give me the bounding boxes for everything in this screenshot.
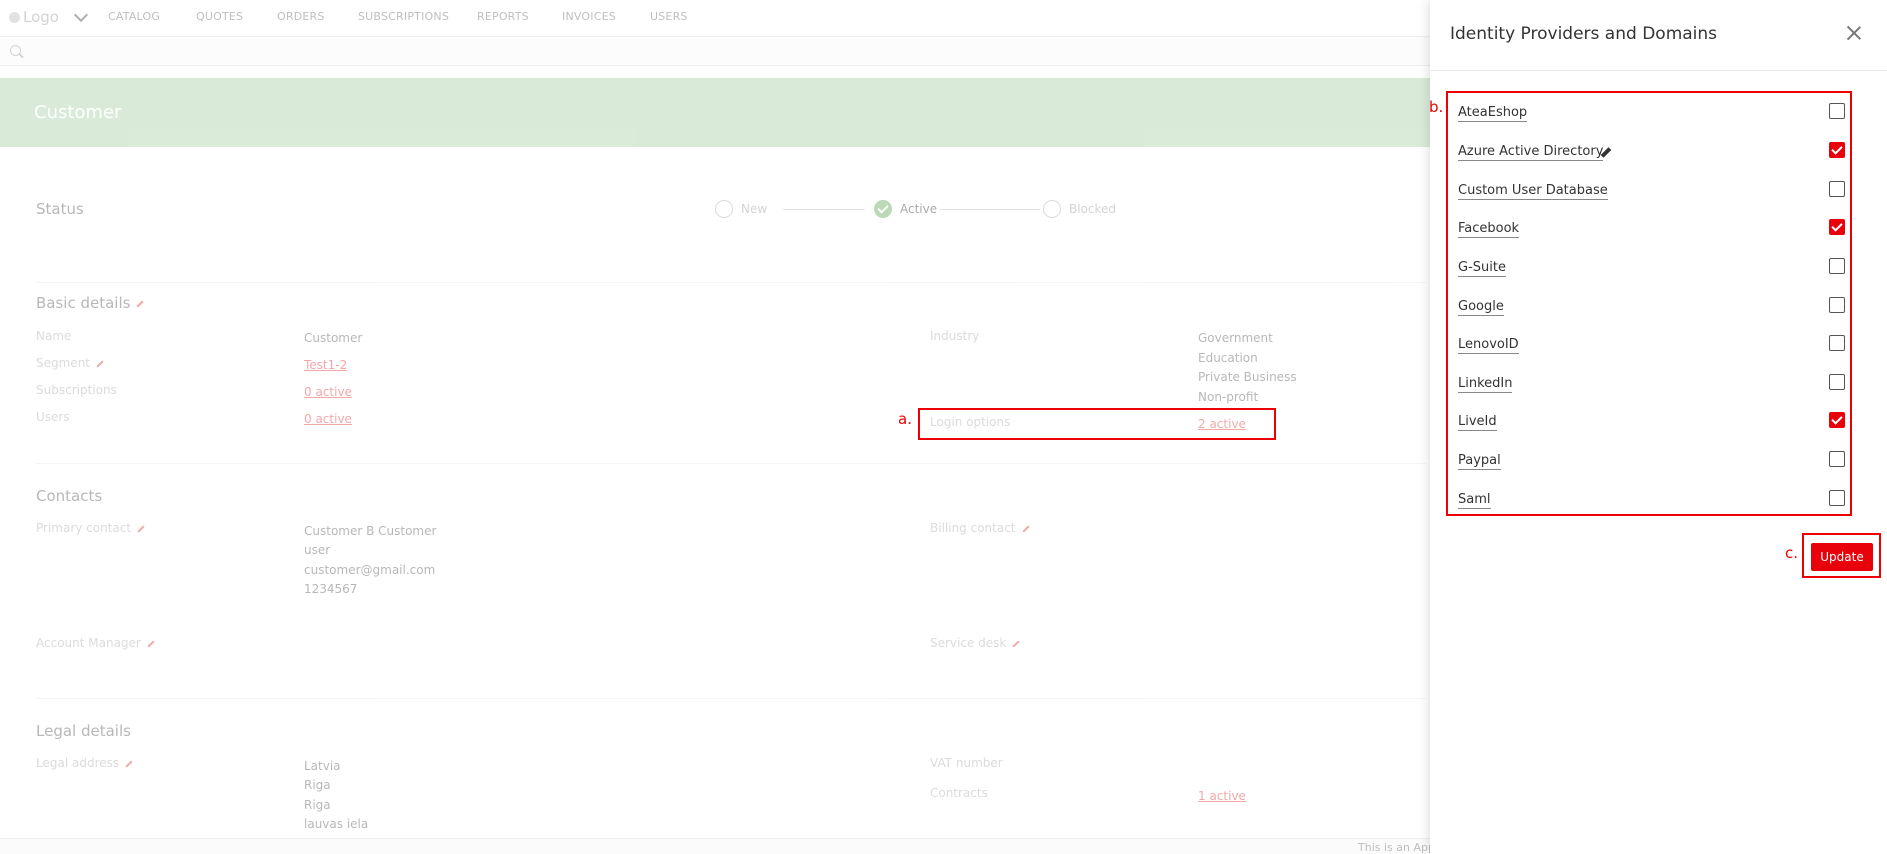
legal-address-line: lauvas iela bbox=[304, 817, 369, 831]
nav-invoices[interactable]: INVOICES bbox=[562, 10, 616, 23]
page-title: Customer bbox=[34, 102, 122, 123]
edit-icon[interactable] bbox=[147, 639, 155, 648]
legal-address-line: Latvia bbox=[304, 759, 341, 773]
legal-details-title: Legal details bbox=[36, 722, 131, 740]
users-label: Users bbox=[36, 410, 70, 424]
legal-address-line: Riga bbox=[304, 798, 331, 812]
legal-address-label: Legal address bbox=[36, 756, 133, 770]
basic-details-title-text: Basic details bbox=[36, 294, 131, 312]
status-step-label: Blocked bbox=[1069, 202, 1117, 216]
annotation-label-c: c. bbox=[1785, 544, 1799, 562]
contacts-title: Contacts bbox=[36, 487, 103, 505]
annotation-box-c bbox=[1802, 533, 1881, 578]
legal-address-label-text: Legal address bbox=[36, 756, 120, 770]
nav-reports[interactable]: REPORTS bbox=[477, 10, 529, 23]
edit-icon[interactable] bbox=[1012, 639, 1020, 648]
industry-value: Education bbox=[1198, 351, 1258, 365]
edit-icon[interactable] bbox=[136, 299, 144, 308]
primary-contact-label-text: Primary contact bbox=[36, 521, 132, 535]
industry-value: Government bbox=[1198, 331, 1273, 345]
annotation-box-b bbox=[1446, 91, 1852, 516]
edit-icon[interactable] bbox=[96, 359, 104, 368]
industry-label: Industry bbox=[930, 329, 980, 343]
users-link[interactable]: 0 active bbox=[304, 412, 352, 426]
status-step-blocked[interactable]: Blocked bbox=[1043, 200, 1116, 218]
basic-details-title: Basic details bbox=[36, 294, 144, 312]
name-label: Name bbox=[36, 329, 72, 343]
chevron-down-icon[interactable] bbox=[73, 7, 89, 23]
divider bbox=[36, 282, 1426, 283]
edit-icon[interactable] bbox=[125, 759, 133, 768]
industry-value: Private Business bbox=[1198, 370, 1297, 384]
status-step-new[interactable]: New bbox=[715, 200, 767, 218]
nav-quotes[interactable]: QUOTES bbox=[196, 10, 243, 23]
billing-contact-label: Billing contact bbox=[930, 521, 1030, 535]
contracts-link[interactable]: 1 active bbox=[1198, 789, 1246, 803]
primary-contact-line: customer@gmail.com bbox=[304, 563, 436, 577]
annotation-label-b: b. bbox=[1429, 98, 1444, 116]
app-logo[interactable]: Logo bbox=[9, 8, 59, 26]
annotation-box-a bbox=[918, 408, 1276, 440]
primary-contact-label: Primary contact bbox=[36, 521, 145, 535]
status-connector bbox=[783, 209, 865, 210]
primary-contact-line: Customer B Customer bbox=[304, 524, 437, 538]
account-manager-label: Account Manager bbox=[36, 636, 155, 650]
status-step-icon bbox=[1043, 200, 1061, 218]
status-label: Status bbox=[36, 200, 84, 218]
subscriptions-label: Subscriptions bbox=[36, 383, 117, 397]
subscriptions-link[interactable]: 0 active bbox=[304, 385, 352, 399]
drawer-title: Identity Providers and Domains bbox=[1450, 24, 1718, 44]
segment-label-text: Segment bbox=[36, 356, 90, 370]
service-desk-label-text: Service desk bbox=[930, 636, 1007, 650]
status-step-active[interactable]: Active bbox=[874, 200, 937, 218]
check-icon bbox=[874, 200, 892, 218]
billing-contact-label-text: Billing contact bbox=[930, 521, 1016, 535]
logo-icon bbox=[9, 11, 20, 23]
footer-text: This is an App bbox=[1358, 841, 1435, 854]
status-step-icon bbox=[715, 200, 733, 218]
search-icon[interactable] bbox=[10, 45, 21, 56]
logo-text: Logo bbox=[23, 8, 59, 26]
account-manager-label-text: Account Manager bbox=[36, 636, 141, 650]
legal-address-line: Riga bbox=[304, 778, 331, 792]
divider bbox=[36, 463, 1426, 464]
segment-label: Segment bbox=[36, 356, 104, 370]
edit-icon[interactable] bbox=[137, 524, 145, 533]
segment-link[interactable]: Test1-2 bbox=[304, 358, 347, 372]
industry-value: Non-profit bbox=[1198, 390, 1259, 404]
contracts-label: Contracts bbox=[930, 786, 988, 800]
nav-subscriptions[interactable]: SUBSCRIPTIONS bbox=[358, 10, 449, 23]
nav-orders[interactable]: ORDERS bbox=[277, 10, 325, 23]
vat-number-label: VAT number bbox=[930, 756, 1003, 770]
annotation-label-a: a. bbox=[898, 410, 912, 428]
status-connector bbox=[940, 209, 1040, 210]
primary-contact-line: 1234567 bbox=[304, 582, 358, 596]
close-icon[interactable] bbox=[1845, 24, 1863, 42]
edit-icon[interactable] bbox=[1021, 524, 1030, 533]
status-step-label: New bbox=[741, 202, 768, 216]
nav-users[interactable]: USERS bbox=[650, 10, 688, 23]
divider bbox=[36, 698, 1426, 699]
drawer-divider bbox=[1430, 70, 1887, 71]
service-desk-label: Service desk bbox=[930, 636, 1020, 650]
nav-catalog[interactable]: CATALOG bbox=[108, 10, 160, 23]
primary-contact-line: user bbox=[304, 543, 331, 557]
status-step-label: Active bbox=[900, 202, 938, 216]
name-value: Customer bbox=[304, 331, 363, 345]
